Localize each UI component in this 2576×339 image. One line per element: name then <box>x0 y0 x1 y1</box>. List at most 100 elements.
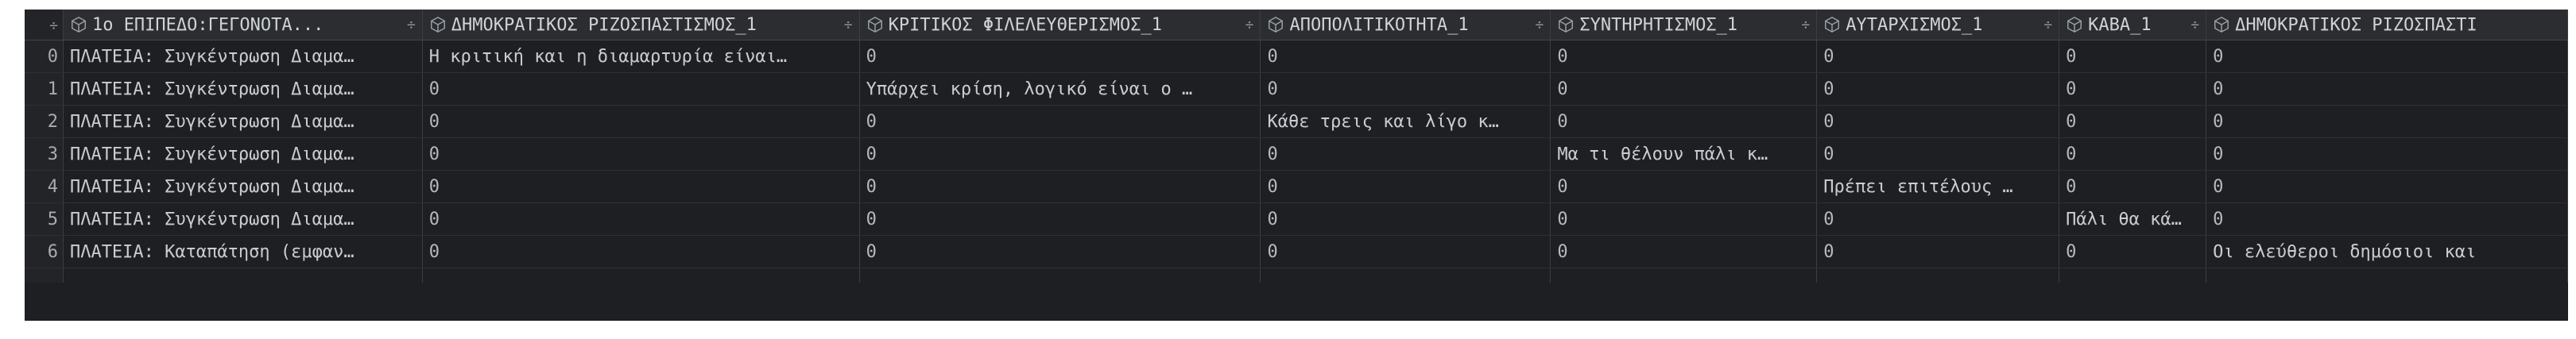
table-cell[interactable]: ΠΛΑΤΕΙΑ: Συγκέντρωση Διαμα… <box>63 137 423 171</box>
row-index: 2 <box>25 105 64 138</box>
column-header[interactable]: ΣΥΝΤΗΡΗΤΙΣΜΟΣ_1 ÷ <box>1550 10 1818 40</box>
column-header-label: 1ο ΕΠΙΠΕΔΟ:ΓΕΓΟΝΟΤΑ... <box>91 14 324 35</box>
table-cell[interactable]: 0 <box>1260 235 1551 268</box>
table-cell[interactable]: 0 <box>2206 105 2568 138</box>
table-cell[interactable]: 0 <box>1816 235 2060 268</box>
table-cell[interactable]: 0 <box>422 202 860 236</box>
sort-icon[interactable]: ÷ <box>844 17 853 33</box>
table-cell[interactable]: Πάλι θα κά… <box>2059 202 2207 236</box>
column-header[interactable]: ΔΗΜΟΚΡΑΤΙΚΟΣ ΡΙΖΟΣΠΑΣΤΙΣΜΟΣ_1 ÷ <box>422 10 860 40</box>
table-cell[interactable]: ΠΛΑΤΕΙΑ: Συγκέντρωση Διαμα… <box>63 40 423 73</box>
table-cell[interactable]: Πρέπει επιτέλους … <box>1816 170 2060 203</box>
sort-icon[interactable]: ÷ <box>407 17 416 33</box>
table-cell[interactable]: 0 <box>859 235 1261 268</box>
table-row[interactable]: 3 ΠΛΑΤΕΙΑ: Συγκέντρωση Διαμα… 0 0 0 Μα τ… <box>25 137 2568 171</box>
table-row[interactable]: 5 ΠΛΑΤΕΙΑ: Συγκέντρωση Διαμα… 0 0 0 0 0 … <box>25 202 2568 236</box>
table-cell[interactable]: 0 <box>2059 235 2207 268</box>
table-cell <box>63 268 423 283</box>
table-cell[interactable]: ΠΛΑΤΕΙΑ: Συγκέντρωση Διαμα… <box>63 202 423 236</box>
table-cell[interactable]: 0 <box>859 40 1261 73</box>
cube-icon <box>2067 17 2082 33</box>
table-cell[interactable]: Η κριτική και η διαμαρτυρία είναι… <box>422 40 860 73</box>
table-cell[interactable]: 0 <box>2206 40 2568 73</box>
table-cell[interactable]: ΠΛΑΤΕΙΑ: Συγκέντρωση Διαμα… <box>63 72 423 106</box>
table-cell[interactable]: Υπάρχει κρίση, λογικό είναι ο … <box>859 72 1261 106</box>
column-header[interactable]: ΚΡΙΤΙΚΟΣ ΦΙΛΕΛΕΥΘΕΡΙΣΜΟΣ_1 ÷ <box>859 10 1261 40</box>
table-cell[interactable]: 0 <box>1816 137 2060 171</box>
table-cell[interactable]: 0 <box>859 202 1261 236</box>
column-header-label: ΣΥΝΤΗΡΗΤΙΣΜΟΣ_1 <box>1579 14 1738 35</box>
table-cell[interactable]: 0 <box>2059 137 2207 171</box>
table-cell <box>859 268 1261 283</box>
table-cell[interactable]: 0 <box>859 170 1261 203</box>
table-row[interactable]: 4 ΠΛΑΤΕΙΑ: Συγκέντρωση Διαμα… 0 0 0 0 Πρ… <box>25 170 2568 203</box>
table-cell[interactable]: ΠΛΑΤΕΙΑ: Συγκέντρωση Διαμα… <box>63 170 423 203</box>
table-cell[interactable]: 0 <box>1260 72 1551 106</box>
cube-icon <box>2214 17 2229 33</box>
column-header-label: ΑΠΟΠΟΛΙΤΙΚΟΤΗΤΑ_1 <box>1289 14 1469 35</box>
table-row[interactable]: 2 ΠΛΑΤΕΙΑ: Συγκέντρωση Διαμα… 0 0 Κάθε τ… <box>25 105 2568 138</box>
table-cell[interactable]: Κάθε τρεις και λίγο κ… <box>1260 105 1551 138</box>
table-row-partial <box>25 268 2568 283</box>
row-index <box>25 268 64 283</box>
column-header[interactable]: ΚΑΒΑ_1 ÷ <box>2059 10 2207 40</box>
column-header-label: ΔΗΜΟΚΡΑΤΙΚΟΣ ΡΙΖΟΣΠΑΣΤΙΣΜΟΣ_1 <box>451 14 757 35</box>
table-cell[interactable]: 0 <box>2059 40 2207 73</box>
table-cell[interactable]: Μα τι θέλουν πάλι κ… <box>1550 137 1818 171</box>
sort-icon[interactable]: ÷ <box>1801 17 1810 33</box>
table-row[interactable]: 0 ΠΛΑΤΕΙΑ: Συγκέντρωση Διαμα… Η κριτική … <box>25 40 2568 73</box>
table-row[interactable]: 1 ΠΛΑΤΕΙΑ: Συγκέντρωση Διαμα… 0 Υπάρχει … <box>25 72 2568 106</box>
table-cell[interactable]: 0 <box>2206 170 2568 203</box>
table-cell[interactable]: 0 <box>1816 72 2060 106</box>
header-row: ÷ 1ο ΕΠΙΠΕΔΟ:ΓΕΓΟΝΟΤΑ... ÷ ΔΗΜΟΚΡΑΤΙΚΟΣ Ρ… <box>25 10 2568 40</box>
table-cell[interactable]: 0 <box>859 137 1261 171</box>
column-header[interactable]: ΑΥΤΑΡΧΙΣΜΟΣ_1 ÷ <box>1816 10 2060 40</box>
table-cell[interactable]: ΠΛΑΤΕΙΑ: Καταπάτηση (εμφαν… <box>63 235 423 268</box>
table-cell[interactable]: 0 <box>422 170 860 203</box>
column-header[interactable]: ΑΠΟΠΟΛΙΤΙΚΟΤΗΤΑ_1 ÷ <box>1260 10 1551 40</box>
table-cell <box>2059 268 2207 283</box>
table-row[interactable]: 6 ΠΛΑΤΕΙΑ: Καταπάτηση (εμφαν… 0 0 0 0 0 … <box>25 235 2568 268</box>
table-cell[interactable]: 0 <box>1816 105 2060 138</box>
table-cell[interactable]: 0 <box>422 105 860 138</box>
column-header-label: ΚΡΙΤΙΚΟΣ ΦΙΛΕΛΕΥΘΕΡΙΣΜΟΣ_1 <box>888 14 1163 35</box>
table-cell[interactable]: 0 <box>1550 72 1818 106</box>
table-cell[interactable]: ΠΛΑΤΕΙΑ: Συγκέντρωση Διαμα… <box>63 105 423 138</box>
column-header[interactable]: ΔΗΜΟΚΡΑΤΙΚΟΣ ΡΙΖΟΣΠΑΣΤΙ <box>2206 10 2568 40</box>
table-cell[interactable]: 0 <box>2206 72 2568 106</box>
cube-icon <box>1825 17 1840 33</box>
table-cell[interactable]: 0 <box>422 72 860 106</box>
table-cell[interactable]: 0 <box>1260 137 1551 171</box>
table-cell[interactable]: 0 <box>1550 202 1818 236</box>
row-index: 6 <box>25 235 64 268</box>
table-cell[interactable]: Οι ελεύθεροι δημόσιοι και <box>2206 235 2568 268</box>
table-cell[interactable]: 0 <box>1816 202 2060 236</box>
table-cell <box>1816 268 2060 283</box>
sort-icon[interactable]: ÷ <box>2191 17 2199 33</box>
table-cell[interactable]: 0 <box>2059 105 2207 138</box>
table-cell[interactable]: 0 <box>2059 72 2207 106</box>
table-cell[interactable]: 0 <box>1550 170 1818 203</box>
table-cell[interactable]: 0 <box>1550 235 1818 268</box>
sort-icon[interactable]: ÷ <box>49 17 58 34</box>
table-cell[interactable]: 0 <box>859 105 1261 138</box>
cube-icon <box>71 17 86 33</box>
index-column-header[interactable]: ÷ <box>25 10 64 40</box>
table-cell[interactable]: 0 <box>2206 202 2568 236</box>
sort-icon[interactable]: ÷ <box>1536 17 1544 33</box>
table-cell[interactable]: 0 <box>422 235 860 268</box>
table-cell[interactable]: 0 <box>1260 40 1551 73</box>
sort-icon[interactable]: ÷ <box>2043 17 2052 33</box>
table-cell[interactable]: 0 <box>1260 202 1551 236</box>
table-cell[interactable]: 0 <box>2206 137 2568 171</box>
table-cell[interactable]: 0 <box>1550 40 1818 73</box>
table-cell[interactable]: 0 <box>1550 105 1818 138</box>
table-cell[interactable]: 0 <box>2059 170 2207 203</box>
table-cell[interactable]: 0 <box>1260 170 1551 203</box>
row-index: 1 <box>25 72 64 106</box>
sort-icon[interactable]: ÷ <box>1245 17 1254 33</box>
table-cell[interactable]: 0 <box>422 137 860 171</box>
table-cell <box>422 268 860 283</box>
column-header[interactable]: 1ο ΕΠΙΠΕΔΟ:ΓΕΓΟΝΟΤΑ... ÷ <box>63 10 423 40</box>
table-cell[interactable]: 0 <box>1816 40 2060 73</box>
